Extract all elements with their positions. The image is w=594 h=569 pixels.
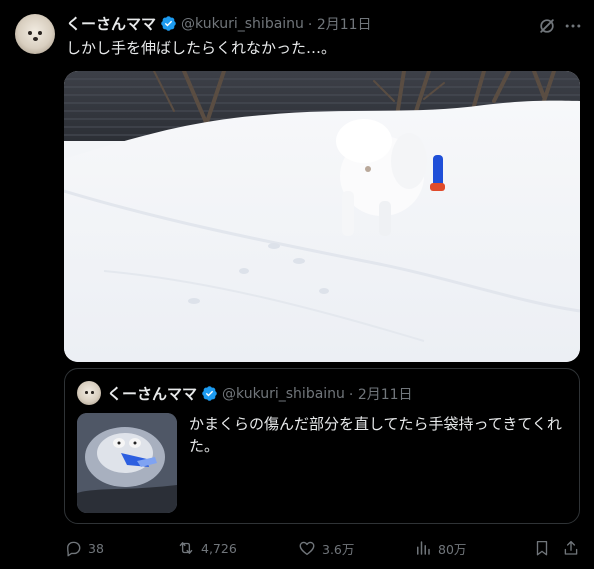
avatar-nose [33,37,38,41]
avatar-eye-right [38,31,42,35]
grok-icon[interactable] [537,16,557,36]
tweet-date[interactable]: · 2月11日 [308,14,372,34]
tweet-header: くーさんママ @kukuri_shibainu · 2月11日 [66,13,372,34]
quoted-tweet-text: かまくらの傷んだ部分を直してたら手袋持ってきてくれた。 [189,415,562,455]
views-button[interactable]: 80万 [414,538,466,558]
author-name[interactable]: くーさんママ [66,13,156,34]
repost-count: 4,726 [201,540,237,556]
views-icon [417,541,430,555]
quoted-photo-thumbnail[interactable] [77,413,177,513]
avatar-eye-right [91,391,94,394]
more-icon[interactable] [563,16,583,36]
quoted-photo-image [77,413,177,513]
views-count: 80万 [438,541,467,557]
repost-icon [179,542,193,554]
author-handle[interactable]: @kukuri_shibainu [181,16,304,32]
quoted-author-handle[interactable]: @kukuri_shibainu [222,386,345,402]
quoted-header: くーさんママ @kukuri_shibainu · 2月11日 [107,383,413,404]
quoted-author-name[interactable]: くーさんママ [107,383,197,404]
reply-icon [67,541,81,557]
like-button[interactable]: 3.6万 [298,538,354,558]
tweet-text: しかし手を伸ばしたらくれなかった…。 [66,39,337,57]
repost-button[interactable]: 4,726 [177,538,237,558]
bookmark-icon [536,540,548,556]
quoted-tweet-date[interactable]: · 2月11日 [349,384,413,404]
bookmark-button[interactable] [533,538,551,558]
tweet-photo[interactable] [64,71,580,362]
tweet-photo-image [64,71,580,362]
verified-badge-icon[interactable] [201,385,218,402]
reply-count: 38 [88,540,104,556]
share-button[interactable] [562,538,580,558]
quoted-author-avatar[interactable] [77,381,101,405]
reply-button[interactable]: 38 [64,538,104,558]
like-count: 3.6万 [322,541,355,557]
heart-icon [299,541,315,556]
avatar-eye-left [85,391,88,394]
author-avatar[interactable] [15,14,55,54]
avatar-eye-left [28,31,32,35]
share-icon [564,540,578,555]
quoted-tweet[interactable]: くーさんママ @kukuri_shibainu · 2月11日 かまくらの傷んだ… [64,368,580,524]
verified-badge-icon[interactable] [160,15,177,32]
